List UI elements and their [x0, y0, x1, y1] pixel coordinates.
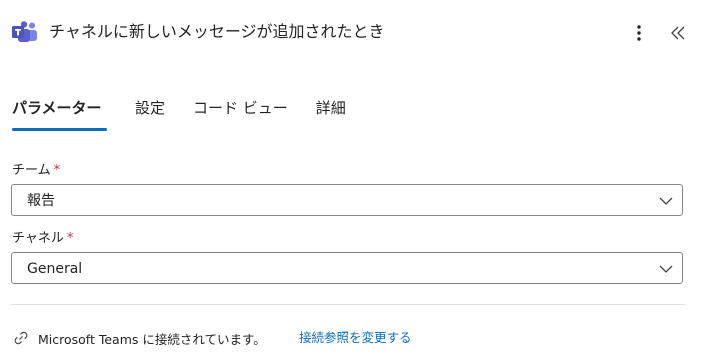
channel-label-text: チャネル [12, 231, 64, 246]
microsoft-teams-logo-icon [12, 21, 37, 42]
double-chevron-left-icon [671, 26, 685, 40]
tab-list: パラメーター 設定 コード ビュー 詳細 [12, 96, 346, 134]
change-connection-link[interactable]: 接続参照を変更する [299, 329, 412, 347]
team-label-text: チーム [12, 163, 51, 178]
more-vertical-icon [637, 25, 641, 41]
required-marker: * [53, 163, 61, 178]
tab-label: パラメーター [12, 99, 102, 117]
panel-header: チャネルに新しいメッセージが追加されたとき [0, 0, 705, 64]
channel-selected-value: General [27, 261, 83, 277]
channel-dropdown[interactable]: General [11, 252, 683, 284]
active-tab-indicator [12, 128, 107, 131]
channel-field-label: チャネル * [12, 230, 73, 248]
tab-details[interactable]: 詳細 [316, 96, 346, 134]
section-divider [11, 304, 685, 305]
team-selected-value: 報告 [27, 193, 55, 209]
more-options-button[interactable] [628, 22, 650, 44]
link-icon [14, 331, 28, 345]
tab-parameters[interactable]: パラメーター [12, 96, 107, 134]
tab-settings[interactable]: 設定 [135, 96, 165, 134]
team-dropdown[interactable]: 報告 [11, 184, 683, 216]
tab-code-view[interactable]: コード ビュー [193, 96, 288, 134]
connection-status-text: Microsoft Teams に接続されています。 [38, 331, 266, 347]
collapse-panel-button[interactable] [666, 22, 690, 44]
team-field-label: チーム * [12, 162, 60, 180]
tab-label: 設定 [135, 99, 166, 117]
tab-label: コード ビュー [193, 99, 288, 117]
page-title: チャネルに新しいメッセージが追加されたとき [49, 22, 385, 41]
connection-status: Microsoft Teams に接続されています。 [12, 328, 266, 348]
chevron-down-icon [659, 197, 673, 205]
tab-label: 詳細 [315, 99, 346, 117]
required-marker: * [66, 231, 74, 246]
chevron-down-icon [659, 265, 673, 273]
